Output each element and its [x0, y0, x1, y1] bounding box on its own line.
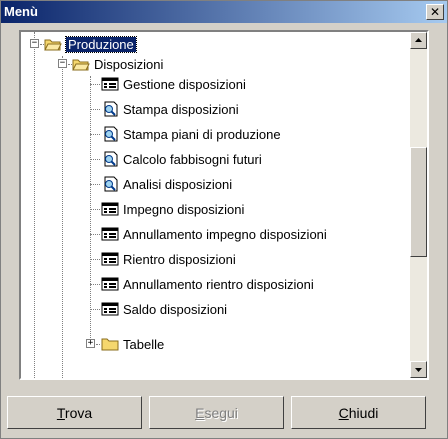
tree-item-label: Rientro disposizioni [123, 251, 236, 267]
esegui-button[interactable]: Esegui [149, 396, 284, 429]
tree-item-impegno-disposizioni[interactable]: Impegno disposizioni [101, 199, 244, 219]
tabelle-expand-toggle[interactable]: + [86, 339, 95, 348]
tree-item-label: Analisi disposizioni [123, 176, 233, 192]
open-folder-icon [44, 39, 62, 51]
tree-item-analisi-disposizioni[interactable]: Analisi disposizioni [101, 174, 232, 194]
close-button[interactable]: ✕ [426, 4, 444, 20]
tree-item-label: Gestione disposizioni [123, 76, 246, 92]
tree-item-stampa-piani-di-produzione[interactable]: Stampa piani di produzione [101, 124, 281, 144]
scroll-up-button[interactable] [410, 32, 427, 49]
menu-window: Menù ✕ − Produzione − Disposizioni Gesti… [0, 0, 448, 439]
form-icon [101, 302, 119, 316]
tree-item-label: Annullamento rientro disposizioni [123, 276, 314, 292]
tree-item-label: Produzione [65, 35, 137, 53]
tree-item-label: Disposizioni [94, 56, 164, 72]
arrow-down-icon [415, 368, 422, 372]
tree-item-calcolo-fabbisogni-futuri[interactable]: Calcolo fabbisogni futuri [101, 149, 262, 169]
form-icon [101, 252, 119, 266]
tree-item-annullamento-rientro-disposizioni[interactable]: Annullamento rientro disposizioni [101, 274, 314, 294]
report-icon [104, 176, 118, 192]
tree-item-stampa-disposizioni[interactable]: Stampa disposizioni [101, 99, 239, 119]
window-title: Menù [4, 4, 38, 19]
form-icon [101, 202, 119, 216]
report-icon [104, 151, 118, 167]
scroll-thumb[interactable] [410, 147, 427, 257]
scroll-down-button[interactable] [410, 361, 427, 378]
title-bar: Menù ✕ [1, 1, 447, 23]
form-icon [101, 227, 119, 241]
tree-item-tabelle[interactable]: Tabelle [101, 334, 164, 354]
tree-item-label: Tabelle [123, 336, 165, 352]
tree-item-label: Annullamento impegno disposizioni [123, 226, 327, 242]
form-icon [101, 77, 119, 91]
menu-tree: − Produzione − Disposizioni Gestione dis… [21, 32, 409, 378]
tree-item-produzione[interactable]: Produzione [44, 34, 137, 54]
esegui-label: Esegui [195, 404, 238, 421]
tree-item-disposizioni[interactable]: Disposizioni [72, 54, 163, 74]
tree-item-label: Saldo disposizioni [123, 301, 228, 317]
report-icon [104, 101, 118, 117]
form-icon [101, 277, 119, 291]
trova-button[interactable]: Trova [7, 396, 142, 429]
tree-item-rientro-disposizioni[interactable]: Rientro disposizioni [101, 249, 236, 269]
close-icon[interactable]: ✕ [430, 5, 440, 19]
report-icon [104, 126, 118, 142]
tree-item-gestione-disposizioni[interactable]: Gestione disposizioni [101, 74, 246, 94]
arrow-up-icon [415, 38, 422, 42]
open-folder-icon [72, 59, 90, 71]
chiudi-button[interactable]: Chiudi [291, 396, 426, 429]
root-collapse-toggle[interactable]: − [30, 39, 39, 48]
tree-item-label: Stampa piani di produzione [123, 126, 281, 142]
tree-item-label: Stampa disposizioni [123, 101, 239, 117]
tree-item-annullamento-impegno-disposizioni[interactable]: Annullamento impegno disposizioni [101, 224, 327, 244]
tree-item-label: Impegno disposizioni [123, 201, 245, 217]
tree-panel: − Produzione − Disposizioni Gestione dis… [19, 30, 429, 380]
tree-item-saldo-disposizioni[interactable]: Saldo disposizioni [101, 299, 227, 319]
folder-collapse-toggle[interactable]: − [58, 59, 67, 68]
vertical-scrollbar[interactable] [410, 32, 427, 378]
tree-item-label: Calcolo fabbisogni futuri [123, 151, 262, 167]
trova-label: Trova [56, 404, 93, 421]
chiudi-label: Chiudi [338, 404, 379, 421]
folder-icon [101, 338, 119, 351]
